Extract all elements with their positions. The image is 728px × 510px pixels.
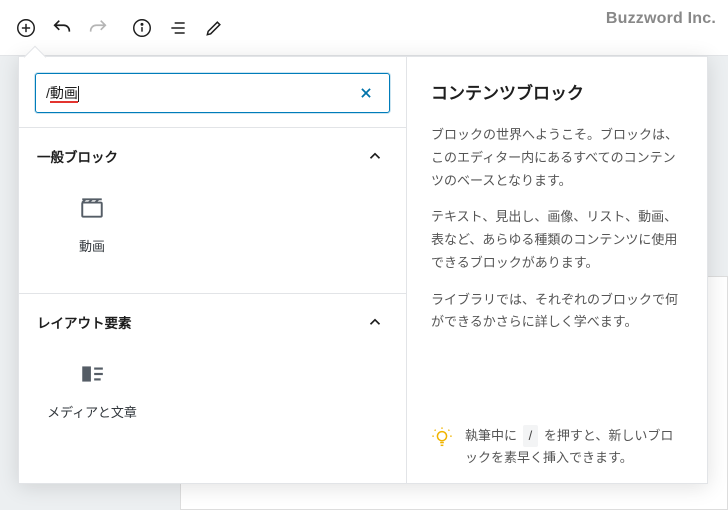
- info-button[interactable]: [124, 10, 160, 46]
- block-item-label: メディアと文章: [41, 402, 143, 421]
- info-icon: [131, 17, 153, 39]
- redo-icon: [87, 17, 109, 39]
- pencil-icon: [204, 18, 224, 38]
- inserter-search-panel: /動画 一般ブロック 動画 レイアウト: [19, 57, 407, 483]
- block-search-value: /動画: [46, 83, 359, 103]
- lightbulb-icon: [431, 427, 453, 449]
- info-paragraph: テキスト、見出し、画像、リスト、動画、表など、あらゆる種類のコンテンツに使用でき…: [431, 206, 683, 274]
- brand-label: Buzzword Inc.: [606, 10, 716, 28]
- undo-icon: [51, 17, 73, 39]
- info-panel-title: コンテンツブロック: [431, 79, 683, 104]
- chevron-up-icon: [366, 313, 384, 331]
- category-label: レイアウト要素: [37, 312, 132, 332]
- block-search-input[interactable]: /動画: [35, 73, 390, 113]
- list-icon: [168, 18, 188, 38]
- category-blocks-layout: メディアと文章: [19, 344, 406, 459]
- slash-key: /: [523, 425, 539, 447]
- redo-button[interactable]: [80, 10, 116, 46]
- block-item-label: 動画: [41, 236, 143, 255]
- block-item-video[interactable]: 動画: [37, 182, 147, 267]
- block-categories: 一般ブロック 動画 レイアウト要素: [19, 127, 406, 483]
- edit-button[interactable]: [196, 10, 232, 46]
- category-header-common[interactable]: 一般ブロック: [19, 128, 406, 178]
- clear-search-button[interactable]: [359, 86, 381, 100]
- category-label: 一般ブロック: [37, 146, 118, 166]
- undo-button[interactable]: [44, 10, 80, 46]
- info-paragraph: ライブラリでは、それぞれのブロックで何ができるかさらに詳しく学べます。: [431, 289, 683, 335]
- category-header-layout[interactable]: レイアウト要素: [19, 294, 406, 344]
- add-block-button[interactable]: [8, 10, 44, 46]
- outline-button[interactable]: [160, 10, 196, 46]
- plus-circle-icon: [15, 17, 37, 39]
- inserter-info-panel: コンテンツブロック ブロックの世界へようこそ。ブロックは、このエディター内にある…: [407, 57, 707, 483]
- video-icon: [41, 190, 143, 226]
- close-icon: [359, 86, 373, 100]
- block-item-media-text[interactable]: メディアと文章: [37, 348, 147, 433]
- block-inserter-popover: /動画 一般ブロック 動画 レイアウト: [18, 56, 708, 484]
- inserter-tip: 執筆中に / を押すと、新しいブロックを素早く挿入できます。: [431, 417, 683, 469]
- info-paragraph: ブロックの世界へようこそ。ブロックは、このエディター内にあるすべてのコンテンツの…: [431, 124, 683, 192]
- category-blocks-common: 動画: [19, 178, 406, 294]
- tip-text: 執筆中に / を押すと、新しいブロックを素早く挿入できます。: [465, 425, 683, 469]
- editor-toolbar: Buzzword Inc.: [0, 0, 728, 56]
- chevron-up-icon: [366, 147, 384, 165]
- media-text-icon: [41, 356, 143, 392]
